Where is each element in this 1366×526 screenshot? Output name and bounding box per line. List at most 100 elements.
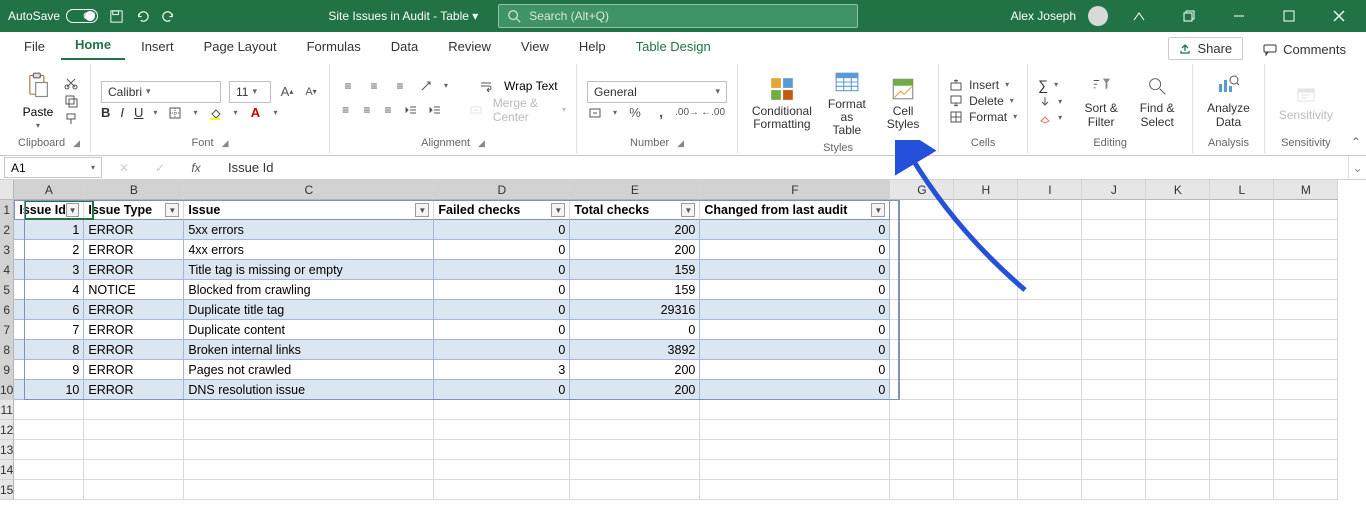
cell[interactable] xyxy=(434,480,570,500)
row-header[interactable]: 11 xyxy=(0,400,14,420)
cell[interactable] xyxy=(954,380,1018,400)
autosum-button[interactable]: ∑▾ xyxy=(1038,77,1062,93)
cell[interactable]: Issue Id▼ xyxy=(14,200,84,220)
cell[interactable] xyxy=(954,480,1018,500)
formula-input[interactable]: Issue Id xyxy=(218,160,1348,175)
column-header[interactable]: C xyxy=(184,180,434,200)
cell[interactable] xyxy=(1082,220,1146,240)
tab-review[interactable]: Review xyxy=(434,35,505,60)
autosave-toggle-pill[interactable]: Off xyxy=(66,9,98,23)
filter-dropdown-icon[interactable]: ▼ xyxy=(681,203,695,217)
cell[interactable] xyxy=(434,460,570,480)
fx-icon[interactable]: fx xyxy=(182,161,210,175)
cell[interactable] xyxy=(1210,380,1274,400)
comments-button[interactable]: Comments xyxy=(1253,39,1356,60)
cell[interactable] xyxy=(1082,480,1146,500)
cell[interactable]: NOTICE xyxy=(84,280,184,300)
cell[interactable] xyxy=(1018,380,1082,400)
cell[interactable]: 0 xyxy=(700,240,890,260)
column-header[interactable]: D xyxy=(434,180,570,200)
clear-button[interactable]: ▾ xyxy=(1038,111,1062,125)
cell[interactable] xyxy=(14,420,84,440)
filter-dropdown-icon[interactable]: ▼ xyxy=(551,203,565,217)
cell[interactable]: 200 xyxy=(570,360,700,380)
share-button[interactable]: Share xyxy=(1168,37,1243,60)
cell[interactable] xyxy=(1018,460,1082,480)
cell[interactable] xyxy=(84,420,184,440)
cell[interactable]: ERROR xyxy=(84,300,184,320)
column-header[interactable]: L xyxy=(1210,180,1274,200)
cell[interactable] xyxy=(434,400,570,420)
cell[interactable] xyxy=(1018,200,1082,220)
cell[interactable]: 7 xyxy=(14,320,84,340)
format-as-table-button[interactable]: Format as Table xyxy=(822,66,872,140)
cell[interactable] xyxy=(1018,400,1082,420)
cell[interactable]: 159 xyxy=(570,280,700,300)
cell[interactable]: Broken internal links xyxy=(184,340,434,360)
decrease-indent-icon[interactable] xyxy=(404,102,418,118)
cell[interactable] xyxy=(1018,220,1082,240)
cell[interactable] xyxy=(1018,360,1082,380)
cell[interactable] xyxy=(1082,380,1146,400)
cell[interactable] xyxy=(1146,200,1210,220)
cell[interactable] xyxy=(1210,320,1274,340)
column-header[interactable]: A xyxy=(14,180,84,200)
cell[interactable] xyxy=(84,400,184,420)
cell[interactable] xyxy=(700,460,890,480)
cell[interactable] xyxy=(954,460,1018,480)
undo-icon[interactable] xyxy=(134,8,150,24)
cell[interactable] xyxy=(954,280,1018,300)
cell[interactable] xyxy=(1274,480,1338,500)
cell[interactable] xyxy=(1146,360,1210,380)
font-color-icon[interactable]: A xyxy=(247,105,263,121)
wrap-text-icon[interactable] xyxy=(478,78,494,94)
cell[interactable] xyxy=(14,460,84,480)
cell[interactable]: 0 xyxy=(434,340,570,360)
cell[interactable] xyxy=(184,420,434,440)
tab-help[interactable]: Help xyxy=(565,35,620,60)
cell[interactable]: ERROR xyxy=(84,220,184,240)
font-family-combo[interactable]: Calibri▾ xyxy=(101,81,221,103)
cell[interactable]: ERROR xyxy=(84,240,184,260)
cell[interactable]: Issue Type▼ xyxy=(84,200,184,220)
filter-dropdown-icon[interactable]: ▼ xyxy=(165,203,179,217)
cell[interactable] xyxy=(1210,480,1274,500)
tab-insert[interactable]: Insert xyxy=(127,35,188,60)
cell[interactable] xyxy=(1274,440,1338,460)
cell[interactable] xyxy=(184,460,434,480)
tab-file[interactable]: File xyxy=(10,35,59,60)
column-header[interactable]: E xyxy=(570,180,700,200)
row-header[interactable]: 13 xyxy=(0,440,14,460)
analyze-data-button[interactable]: Analyze Data xyxy=(1203,70,1254,130)
cell[interactable] xyxy=(184,440,434,460)
cell[interactable]: 0 xyxy=(700,300,890,320)
align-left-icon[interactable]: ≡ xyxy=(340,102,351,118)
cell[interactable] xyxy=(700,480,890,500)
cell[interactable]: 0 xyxy=(700,320,890,340)
cell[interactable] xyxy=(954,340,1018,360)
cell[interactable] xyxy=(1146,480,1210,500)
column-header[interactable]: H xyxy=(954,180,1018,200)
italic-button[interactable]: I xyxy=(120,105,124,120)
cell[interactable]: Total checks▼ xyxy=(570,200,700,220)
cell[interactable]: 0 xyxy=(700,280,890,300)
cell[interactable]: 0 xyxy=(700,260,890,280)
clipboard-launcher-icon[interactable]: ◢ xyxy=(73,138,80,149)
close-icon[interactable] xyxy=(1320,0,1358,32)
increase-decimal-icon[interactable]: .00→ xyxy=(679,105,695,121)
cell[interactable]: 0 xyxy=(700,340,890,360)
alignment-launcher-icon[interactable]: ◢ xyxy=(478,138,485,149)
ribbon-display-icon[interactable] xyxy=(1120,0,1158,32)
tab-formulas[interactable]: Formulas xyxy=(293,35,375,60)
cell[interactable] xyxy=(1274,340,1338,360)
insert-cells-button[interactable]: Insert ▾ xyxy=(949,78,1017,92)
cell[interactable]: ERROR xyxy=(84,320,184,340)
cell[interactable] xyxy=(570,400,700,420)
cell[interactable]: 10 xyxy=(14,380,84,400)
cell[interactable]: Issue▼ xyxy=(184,200,434,220)
cell[interactable]: 8 xyxy=(14,340,84,360)
decrease-decimal-icon[interactable]: ←.00 xyxy=(705,105,721,121)
cell[interactable]: Blocked from crawling xyxy=(184,280,434,300)
align-bottom-icon[interactable]: ≡ xyxy=(392,78,408,94)
cell[interactable] xyxy=(1210,200,1274,220)
